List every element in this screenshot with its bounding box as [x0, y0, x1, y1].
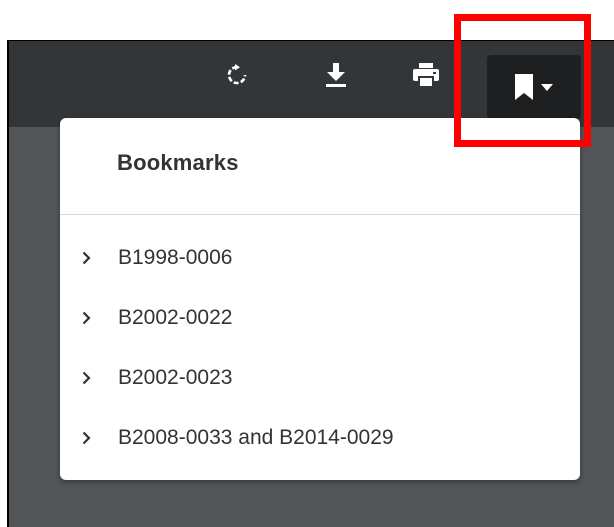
print-button[interactable]: [404, 53, 448, 97]
caret-down-icon: [541, 83, 553, 91]
bookmark-label: B1998-0006: [118, 246, 233, 269]
viewer-toolbar: [9, 41, 614, 127]
bookmark-label: B2008-0033 and B2014-0029: [118, 426, 394, 449]
bookmark-item[interactable]: B2002-0022: [60, 288, 580, 348]
menu-divider: [60, 214, 580, 215]
bookmarks-list: B1998-0006 B2002-0022 B2002-0023 B2008-0…: [60, 228, 580, 468]
bookmarks-dropdown-button[interactable]: [487, 55, 581, 119]
download-button[interactable]: [314, 53, 358, 97]
bookmark-label: B2002-0023: [118, 366, 233, 389]
print-icon: [413, 63, 439, 87]
bookmark-item[interactable]: B2002-0023: [60, 348, 580, 408]
rotate-button[interactable]: [215, 53, 259, 97]
chevron-right-icon[interactable]: [82, 371, 96, 385]
rotate-icon: [226, 64, 248, 86]
bookmark-item[interactable]: B1998-0006: [60, 228, 580, 288]
chevron-right-icon[interactable]: [82, 431, 96, 445]
bookmark-item[interactable]: B2008-0033 and B2014-0029: [60, 408, 580, 468]
bookmark-label: B2002-0022: [118, 306, 233, 329]
download-icon: [325, 63, 347, 87]
bookmarks-menu-title: Bookmarks: [117, 150, 239, 175]
chevron-right-icon[interactable]: [82, 251, 96, 265]
chevron-right-icon[interactable]: [82, 311, 96, 325]
bookmarks-menu: Bookmarks B1998-0006 B2002-0022 B2002-00…: [60, 118, 580, 480]
bookmark-icon: [515, 74, 533, 100]
